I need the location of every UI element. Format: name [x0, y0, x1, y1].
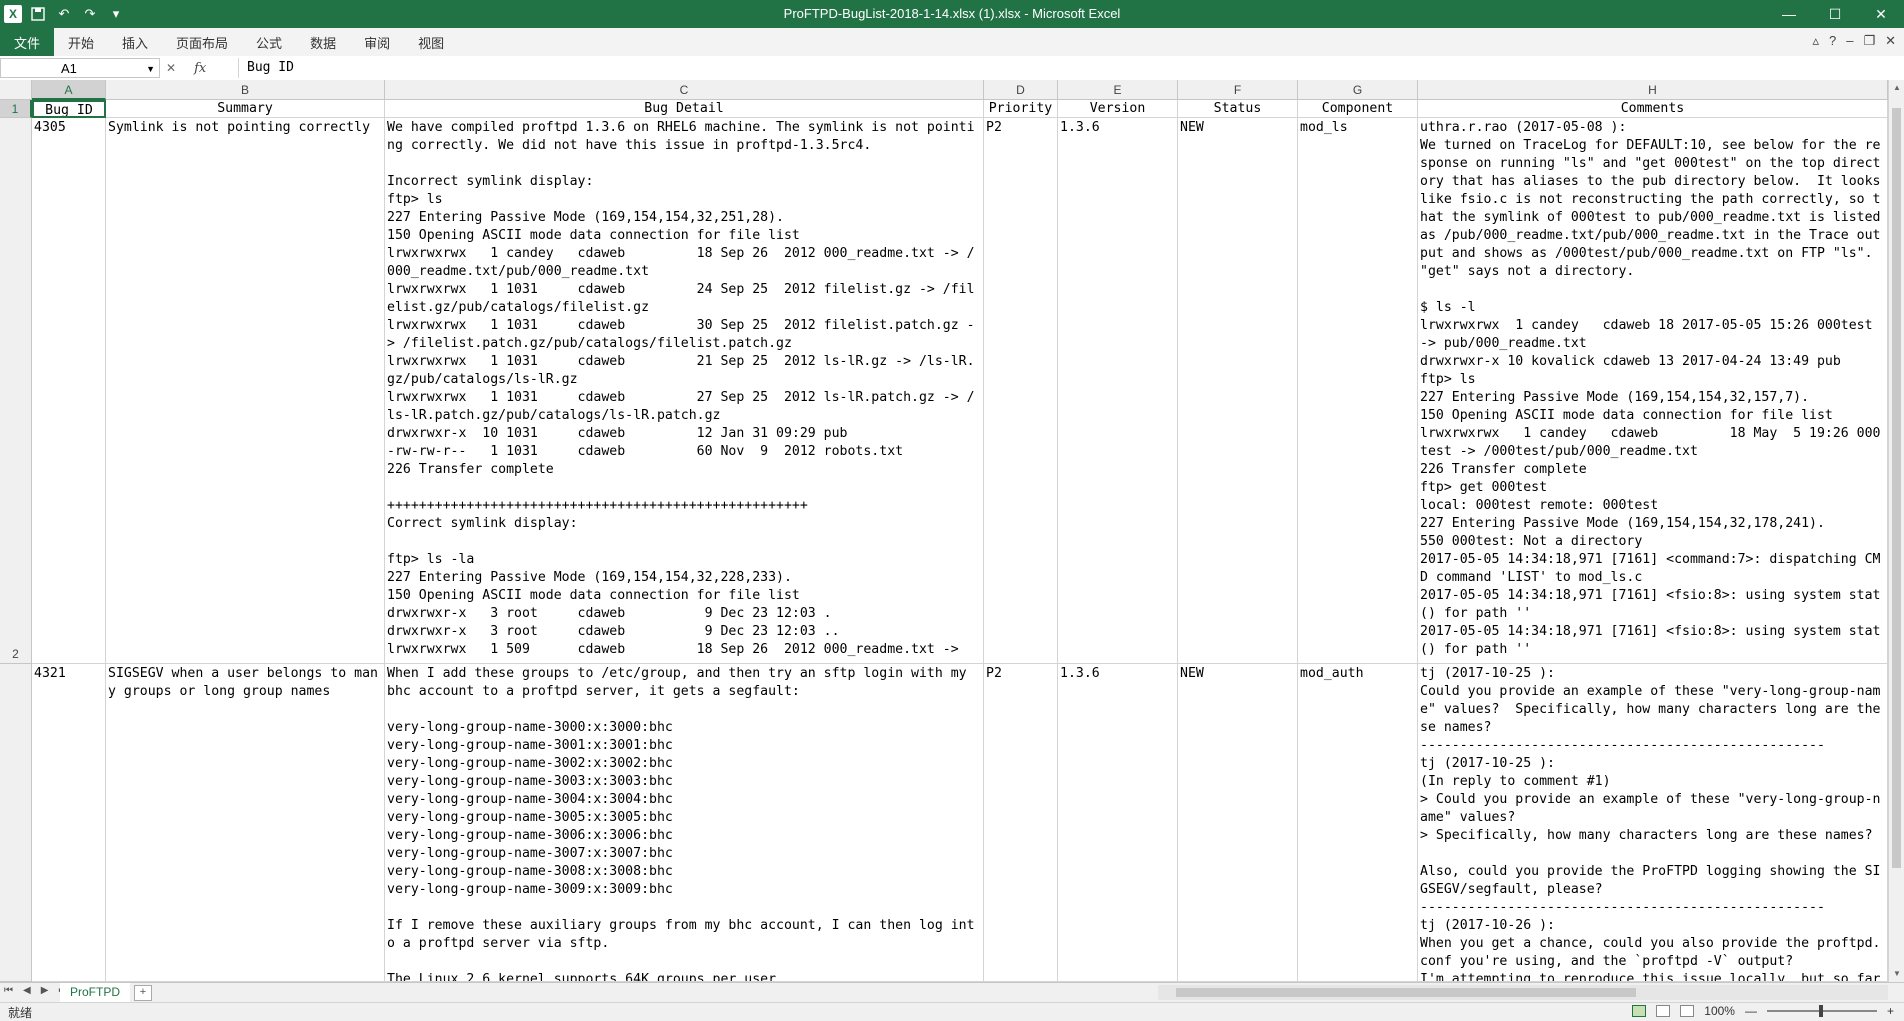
scroll-down-icon[interactable]: ▼ — [1889, 966, 1904, 982]
column-header-d[interactable]: D — [984, 80, 1058, 100]
sheet-tab-bar: ⏮ ◀ ▶ ⏭ ProFTPD + — [0, 982, 1904, 1004]
select-all-corner[interactable] — [0, 80, 32, 100]
row-header-3[interactable] — [0, 664, 32, 982]
zoom-level[interactable]: 100% — [1704, 1004, 1735, 1018]
tab-home[interactable]: 开始 — [54, 28, 108, 56]
column-header-a[interactable]: A — [32, 80, 106, 100]
new-sheet-icon[interactable]: + — [134, 985, 152, 1001]
cell-comments[interactable]: tj (2017-10-25 ): Could you provide an e… — [1418, 664, 1888, 982]
cell-priority[interactable]: P2 — [984, 118, 1058, 664]
page-break-view-icon[interactable] — [1680, 1005, 1695, 1017]
ribbon-collapse-icon[interactable]: ▵ — [1812, 33, 1819, 49]
sheet-tab-proftpd[interactable]: ProFTPD — [60, 983, 131, 1004]
cancel-entry-icon[interactable]: ✕ — [166, 61, 176, 75]
tab-insert[interactable]: 插入 — [108, 28, 162, 56]
workbook-minimize-icon[interactable]: – — [1846, 33, 1853, 49]
header-cell-bug-detail[interactable]: Bug Detail — [385, 100, 984, 118]
cell-comments[interactable]: uthra.r.rao (2017-05-08 ): We turned on … — [1418, 118, 1888, 664]
next-sheet-icon[interactable]: ▶ — [41, 985, 49, 996]
insert-function-icon[interactable]: fx — [194, 61, 206, 76]
zoom-slider-knob[interactable] — [1818, 1005, 1823, 1017]
cell-bug-id[interactable]: 4321 — [32, 664, 106, 982]
column-header-e[interactable]: E — [1058, 80, 1178, 100]
tab-review[interactable]: 审阅 — [350, 28, 404, 56]
workbook-close-icon[interactable]: ✕ — [1885, 33, 1896, 49]
row-header-2[interactable]: 2 — [0, 118, 32, 664]
zoom-out-icon[interactable]: — — [1745, 1004, 1757, 1018]
column-header-g[interactable]: G — [1298, 80, 1418, 100]
tab-formulas[interactable]: 公式 — [242, 28, 296, 56]
restore-button[interactable]: ☐ — [1812, 0, 1858, 28]
header-cell-status[interactable]: Status — [1178, 100, 1298, 118]
row-number: 2 — [12, 647, 19, 661]
formula-input[interactable]: Bug ID — [238, 58, 1902, 78]
status-bar: 就绪 100% — + — [0, 1002, 1904, 1021]
cell-status[interactable]: NEW — [1178, 664, 1298, 982]
cell-summary[interactable]: Symlink is not pointing correctly — [106, 118, 385, 664]
normal-view-icon[interactable] — [1632, 1005, 1647, 1017]
title-bar: X ↶ ↷ ▾ ProFTPD-BugList-2018-1-14.xlsx (… — [0, 0, 1904, 28]
tab-file[interactable]: 文件 — [0, 28, 54, 56]
tab-view[interactable]: 视图 — [404, 28, 458, 56]
status-right: 100% — + — [1632, 1004, 1894, 1018]
page-layout-view-icon[interactable] — [1656, 1005, 1671, 1017]
cell-priority[interactable]: P2 — [984, 664, 1058, 982]
ribbon-right-icons: ▵ ? – ❐ ✕ — [1812, 33, 1896, 49]
ribbon-tabs: 文件 开始 插入 页面布局 公式 数据 审阅 视图 — [0, 28, 1904, 56]
horizontal-scroll-thumb[interactable] — [1176, 988, 1636, 997]
cell-version[interactable]: 1.3.6 — [1058, 118, 1178, 664]
header-cell-component[interactable]: Component — [1298, 100, 1418, 118]
cell-bug-id[interactable]: 4305 — [32, 118, 106, 664]
column-header-c[interactable]: C — [385, 80, 984, 100]
cell-bug-detail[interactable]: When I add these groups to /etc/group, a… — [385, 664, 984, 982]
cell-status[interactable]: NEW — [1178, 118, 1298, 664]
name-box[interactable]: A1 ▼ — [0, 58, 160, 78]
horizontal-scrollbar[interactable] — [1158, 985, 1888, 1000]
header-cell-priority[interactable]: Priority — [984, 100, 1058, 118]
formula-buttons: ✕ fx — [166, 58, 206, 78]
window-controls: — ☐ ✕ — [1766, 0, 1904, 28]
chevron-down-icon[interactable]: ▼ — [146, 59, 155, 79]
row-header-1[interactable]: 1 — [0, 100, 32, 118]
zoom-slider[interactable] — [1766, 1005, 1877, 1017]
ribbon: 文件 开始 插入 页面布局 公式 数据 审阅 视图 ▵ ? – ❐ ✕ — [0, 28, 1904, 57]
vertical-scroll-thumb[interactable] — [1892, 108, 1901, 868]
help-icon[interactable]: ? — [1829, 33, 1836, 49]
formula-bar: A1 ▼ ✕ fx Bug ID — [0, 56, 1904, 81]
column-header-b[interactable]: B — [106, 80, 385, 100]
column-header-h[interactable]: H — [1418, 80, 1888, 100]
name-box-value: A1 — [61, 61, 77, 76]
cell-summary[interactable]: SIGSEGV when a user belongs to many grou… — [106, 664, 385, 982]
tab-page-layout[interactable]: 页面布局 — [162, 28, 242, 56]
cell-component[interactable]: mod_ls — [1298, 118, 1418, 664]
zoom-in-icon[interactable]: + — [1887, 1004, 1894, 1018]
minimize-button[interactable]: — — [1766, 0, 1812, 28]
header-cell-version[interactable]: Version — [1058, 100, 1178, 118]
close-button[interactable]: ✕ — [1858, 0, 1904, 28]
header-cell-comments[interactable]: Comments — [1418, 100, 1888, 118]
spreadsheet-grid: A B C D E F G H 1 2 Bug ID Summary Bug D… — [0, 80, 1888, 982]
header-cell-bug-id[interactable]: Bug ID — [32, 100, 106, 118]
prev-sheet-icon[interactable]: ◀ — [23, 985, 31, 996]
vertical-scrollbar[interactable]: ▲ ▼ — [1888, 80, 1904, 982]
column-header-f[interactable]: F — [1178, 80, 1298, 100]
first-sheet-icon[interactable]: ⏮ — [4, 985, 13, 996]
window-title: ProFTPD-BugList-2018-1-14.xlsx (1).xlsx … — [783, 6, 1121, 21]
tab-data[interactable]: 数据 — [296, 28, 350, 56]
workbook-restore-icon[interactable]: ❐ — [1863, 33, 1875, 49]
scroll-up-icon[interactable]: ▲ — [1889, 80, 1904, 96]
cell-bug-detail[interactable]: We have compiled proftpd 1.3.6 on RHEL6 … — [385, 118, 984, 664]
sheet-navigation: ⏮ ◀ ▶ ⏭ — [4, 985, 67, 996]
header-cell-summary[interactable]: Summary — [106, 100, 385, 118]
row-number: 1 — [11, 102, 19, 116]
cell-version[interactable]: 1.3.6 — [1058, 664, 1178, 982]
cell-component[interactable]: mod_auth — [1298, 664, 1418, 982]
status-ready: 就绪 — [8, 1006, 33, 1020]
